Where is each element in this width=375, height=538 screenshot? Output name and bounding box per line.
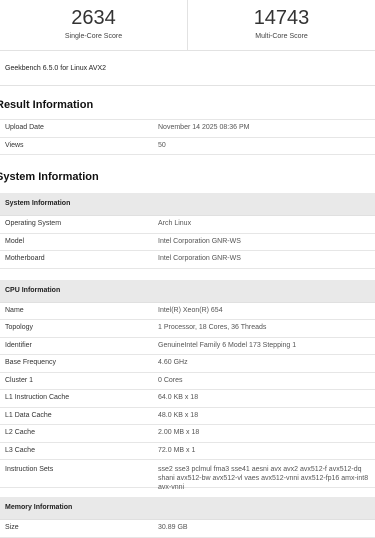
row-value: GenuineIntel Family 6 Model 173 Stepping… bbox=[158, 341, 297, 349]
row-value: 30.89 GB bbox=[158, 524, 188, 531]
row-value: 0 Cores bbox=[158, 376, 183, 384]
single-core-score-label: Single-Core Score bbox=[64, 33, 123, 40]
row-key: Operating System bbox=[5, 220, 62, 227]
row-key: L1 Data Cache bbox=[5, 411, 52, 419]
table-row: Name Intel(R) Xeon(R) 654 bbox=[0, 303, 375, 320]
system-table: System Information Operating System Arch… bbox=[0, 193, 375, 269]
benchmark-version: Geekbench 6.5.0 for Linux AVX2 bbox=[0, 52, 375, 86]
table-row: Operating System Arch Linux bbox=[0, 216, 375, 234]
row-value: November 14 2025 08:36 PM bbox=[158, 124, 250, 131]
row-value: Intel Corporation GNR-WS bbox=[158, 237, 241, 245]
table-row: Size 30.89 GB bbox=[0, 520, 375, 538]
row-value: 50 bbox=[158, 141, 166, 149]
table-row: L1 Instruction Cache 64.0 KB x 18 bbox=[0, 390, 375, 408]
table-row: Identifier GenuineIntel Family 6 Model 1… bbox=[0, 338, 375, 355]
cpu-table-header: CPU Information bbox=[0, 279, 375, 303]
table-row: Motherboard Intel Corporation GNR-WS bbox=[0, 251, 375, 269]
row-key: Identifier bbox=[5, 341, 32, 349]
table-row: Model Intel Corporation GNR-WS bbox=[0, 234, 375, 251]
table-row: Views 50 bbox=[0, 138, 375, 155]
row-key: Topology bbox=[5, 324, 34, 331]
memory-table: Memory Information Size 30.89 GB bbox=[0, 497, 375, 538]
row-value: 1 Processor, 18 Cores, 36 Threads bbox=[158, 324, 267, 331]
system-table-header: System Information bbox=[0, 193, 375, 216]
table-row: L2 Cache 2.00 MB x 18 bbox=[0, 425, 375, 443]
row-value: Arch Linux bbox=[158, 220, 192, 227]
multi-core-score-card: 14743 Multi-Core Score bbox=[187, 0, 375, 50]
table-row: Cluster 1 0 Cores bbox=[0, 373, 375, 390]
row-key: Upload Date bbox=[5, 124, 44, 131]
table-row: L3 Cache 72.0 MB x 1 bbox=[0, 443, 375, 460]
row-value: sse2 sse3 pclmul fma3 sse41 aesni avx av… bbox=[158, 466, 369, 491]
row-value: Intel(R) Xeon(R) 654 bbox=[158, 306, 223, 314]
table-row: Topology 1 Processor, 18 Cores, 36 Threa… bbox=[0, 320, 375, 338]
multi-core-score-value: 14743 bbox=[253, 7, 310, 29]
single-core-score-card: 2634 Single-Core Score bbox=[0, 0, 187, 50]
multi-core-score-label: Multi-Core Score bbox=[255, 33, 308, 40]
row-key: L3 Cache bbox=[5, 446, 35, 454]
system-information-title: System Information bbox=[0, 171, 99, 183]
row-key: L1 Instruction Cache bbox=[5, 394, 70, 401]
result-information-title: Result Information bbox=[0, 99, 94, 111]
row-key: Name bbox=[5, 306, 24, 314]
score-summary: 2634 Single-Core Score 14743 Multi-Core … bbox=[0, 0, 375, 51]
table-row: Base Frequency 4.60 GHz bbox=[0, 355, 375, 373]
row-key: Instruction Sets bbox=[5, 466, 54, 473]
row-key: Base Frequency bbox=[5, 359, 56, 366]
result-information-table: Upload Date November 14 2025 08:36 PM Vi… bbox=[0, 119, 375, 155]
table-row: Instruction Sets sse2 sse3 pclmul fma3 s… bbox=[0, 460, 375, 491]
row-key: L2 Cache bbox=[5, 429, 35, 436]
row-value: 72.0 MB x 1 bbox=[158, 446, 196, 454]
memory-table-header: Memory Information bbox=[0, 497, 375, 520]
row-value: 64.0 KB x 18 bbox=[158, 394, 199, 401]
row-key: Motherboard bbox=[5, 255, 45, 262]
table-row: L1 Data Cache 48.0 KB x 18 bbox=[0, 408, 375, 425]
row-key: Cluster 1 bbox=[5, 376, 34, 384]
row-value: Intel Corporation GNR-WS bbox=[158, 255, 241, 262]
table-row: Upload Date November 14 2025 08:36 PM bbox=[0, 120, 375, 138]
row-value: 48.0 KB x 18 bbox=[158, 411, 199, 419]
row-value: 4.60 GHz bbox=[158, 359, 188, 366]
row-key: Size bbox=[5, 524, 19, 531]
single-core-score-value: 2634 bbox=[71, 7, 116, 29]
row-key: Views bbox=[5, 141, 24, 149]
row-value: 2.00 MB x 18 bbox=[158, 429, 200, 436]
row-key: Model bbox=[5, 237, 25, 245]
cpu-table: CPU Information Name Intel(R) Xeon(R) 65… bbox=[0, 279, 375, 491]
